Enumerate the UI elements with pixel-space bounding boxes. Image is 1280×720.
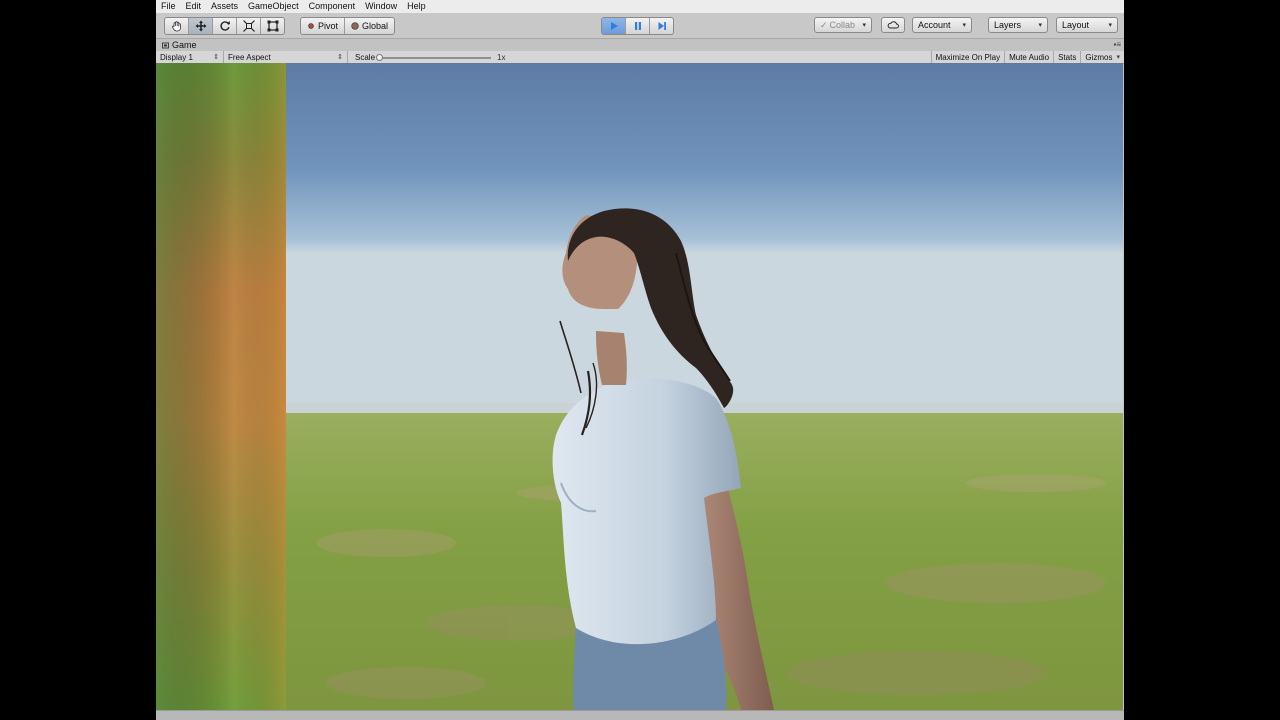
scale-slider[interactable] — [376, 53, 492, 61]
menu-component[interactable]: Component — [304, 0, 361, 13]
collab-dropdown[interactable]: ✓ Collab ▾ — [814, 17, 872, 33]
game-view-icon — [162, 42, 169, 48]
gizmos-label: Gizmos — [1085, 52, 1113, 62]
updown-icon: ⇕ — [213, 54, 219, 61]
unity-editor-window: File Edit Assets GameObject Component Wi… — [156, 0, 1124, 720]
scale-label: Scale — [355, 52, 376, 62]
rect-icon — [267, 20, 278, 32]
game-scene — [156, 63, 1123, 710]
move-tool-button[interactable] — [189, 18, 213, 34]
account-dropdown[interactable]: Account ▾ — [912, 17, 972, 33]
move-icon — [195, 20, 206, 32]
gizmos-dropdown[interactable]: Gizmos ▾ — [1081, 51, 1124, 63]
scale-icon — [242, 20, 255, 32]
step-icon — [658, 22, 666, 30]
global-label: Global — [362, 21, 389, 31]
play-controls — [601, 17, 674, 35]
global-button[interactable]: Global — [345, 18, 394, 34]
maximize-on-play-toggle[interactable]: Maximize On Play — [930, 51, 1006, 63]
rotate-tool-button[interactable] — [213, 18, 237, 34]
layout-label: Layout — [1062, 20, 1090, 30]
scale-slider-thumb[interactable] — [376, 53, 384, 61]
chevron-down-icon: ▾ — [1038, 22, 1042, 29]
account-label: Account — [918, 20, 951, 30]
aspect-dropdown[interactable]: Free Aspect ⇕ — [224, 51, 348, 63]
pause-icon — [634, 22, 641, 30]
cloud-icon — [887, 21, 899, 29]
scale-tool-button[interactable] — [237, 18, 261, 34]
status-bar — [156, 710, 1124, 720]
transform-tools — [164, 17, 285, 35]
pivot-label: Pivot — [318, 21, 339, 31]
menu-file[interactable]: File — [156, 0, 181, 13]
pivot-button[interactable]: Pivot — [301, 18, 346, 34]
layout-dropdown[interactable]: Layout ▾ — [1056, 17, 1118, 33]
rect-tool-button[interactable] — [261, 18, 284, 34]
stats-toggle[interactable]: Stats — [1054, 51, 1082, 63]
main-toolbar: Pivot Global ✓ Collab ▾ Account ▾ Layers… — [156, 13, 1124, 39]
pivot-icon — [308, 23, 314, 29]
chevron-down-icon: ▾ — [1108, 22, 1112, 29]
tab-menu-icon[interactable]: ▪≡ — [1113, 40, 1121, 49]
mute-audio-toggle[interactable]: Mute Audio — [1005, 51, 1055, 63]
layers-label: Layers — [994, 20, 1022, 30]
hand-icon — [171, 21, 181, 32]
scale-value: 1x — [497, 52, 506, 62]
chevron-down-icon: ▾ — [862, 22, 866, 29]
pivot-global-toggles: Pivot Global — [300, 17, 396, 35]
menu-edit[interactable]: Edit — [181, 0, 207, 13]
game-tab[interactable]: Game — [162, 39, 197, 51]
mute-audio-label: Mute Audio — [1009, 52, 1050, 62]
menu-gameobject[interactable]: GameObject — [243, 0, 304, 13]
game-tab-bar: Game ▪≡ — [156, 39, 1124, 51]
menu-assets[interactable]: Assets — [206, 0, 243, 13]
check-icon: ✓ — [820, 19, 828, 30]
stats-label: Stats — [1058, 52, 1077, 62]
step-button[interactable] — [650, 18, 673, 34]
play-icon — [610, 22, 618, 30]
display-dropdown[interactable]: Display 1 ⇕ — [156, 51, 224, 63]
display-label: Display 1 — [160, 52, 193, 62]
maximize-on-play-label: Maximize On Play — [935, 52, 1001, 62]
play-button[interactable] — [602, 18, 626, 34]
menu-window[interactable]: Window — [360, 0, 402, 13]
layers-dropdown[interactable]: Layers ▾ — [988, 17, 1048, 33]
menu-help[interactable]: Help — [402, 0, 431, 13]
game-tab-label: Game — [172, 40, 197, 50]
collab-label: Collab — [829, 20, 856, 30]
cloud-button[interactable] — [881, 17, 905, 33]
game-viewport[interactable] — [156, 63, 1123, 710]
pause-button[interactable] — [626, 18, 650, 34]
menu-bar: File Edit Assets GameObject Component Wi… — [156, 0, 1124, 14]
chevron-down-icon: ▾ — [962, 22, 966, 29]
hand-tool-button[interactable] — [165, 18, 189, 34]
globe-icon — [351, 22, 359, 30]
updown-icon: ⇕ — [337, 54, 343, 61]
aspect-label: Free Aspect — [228, 52, 271, 62]
rotate-icon — [219, 21, 230, 31]
chevron-down-icon: ▾ — [1116, 54, 1120, 61]
